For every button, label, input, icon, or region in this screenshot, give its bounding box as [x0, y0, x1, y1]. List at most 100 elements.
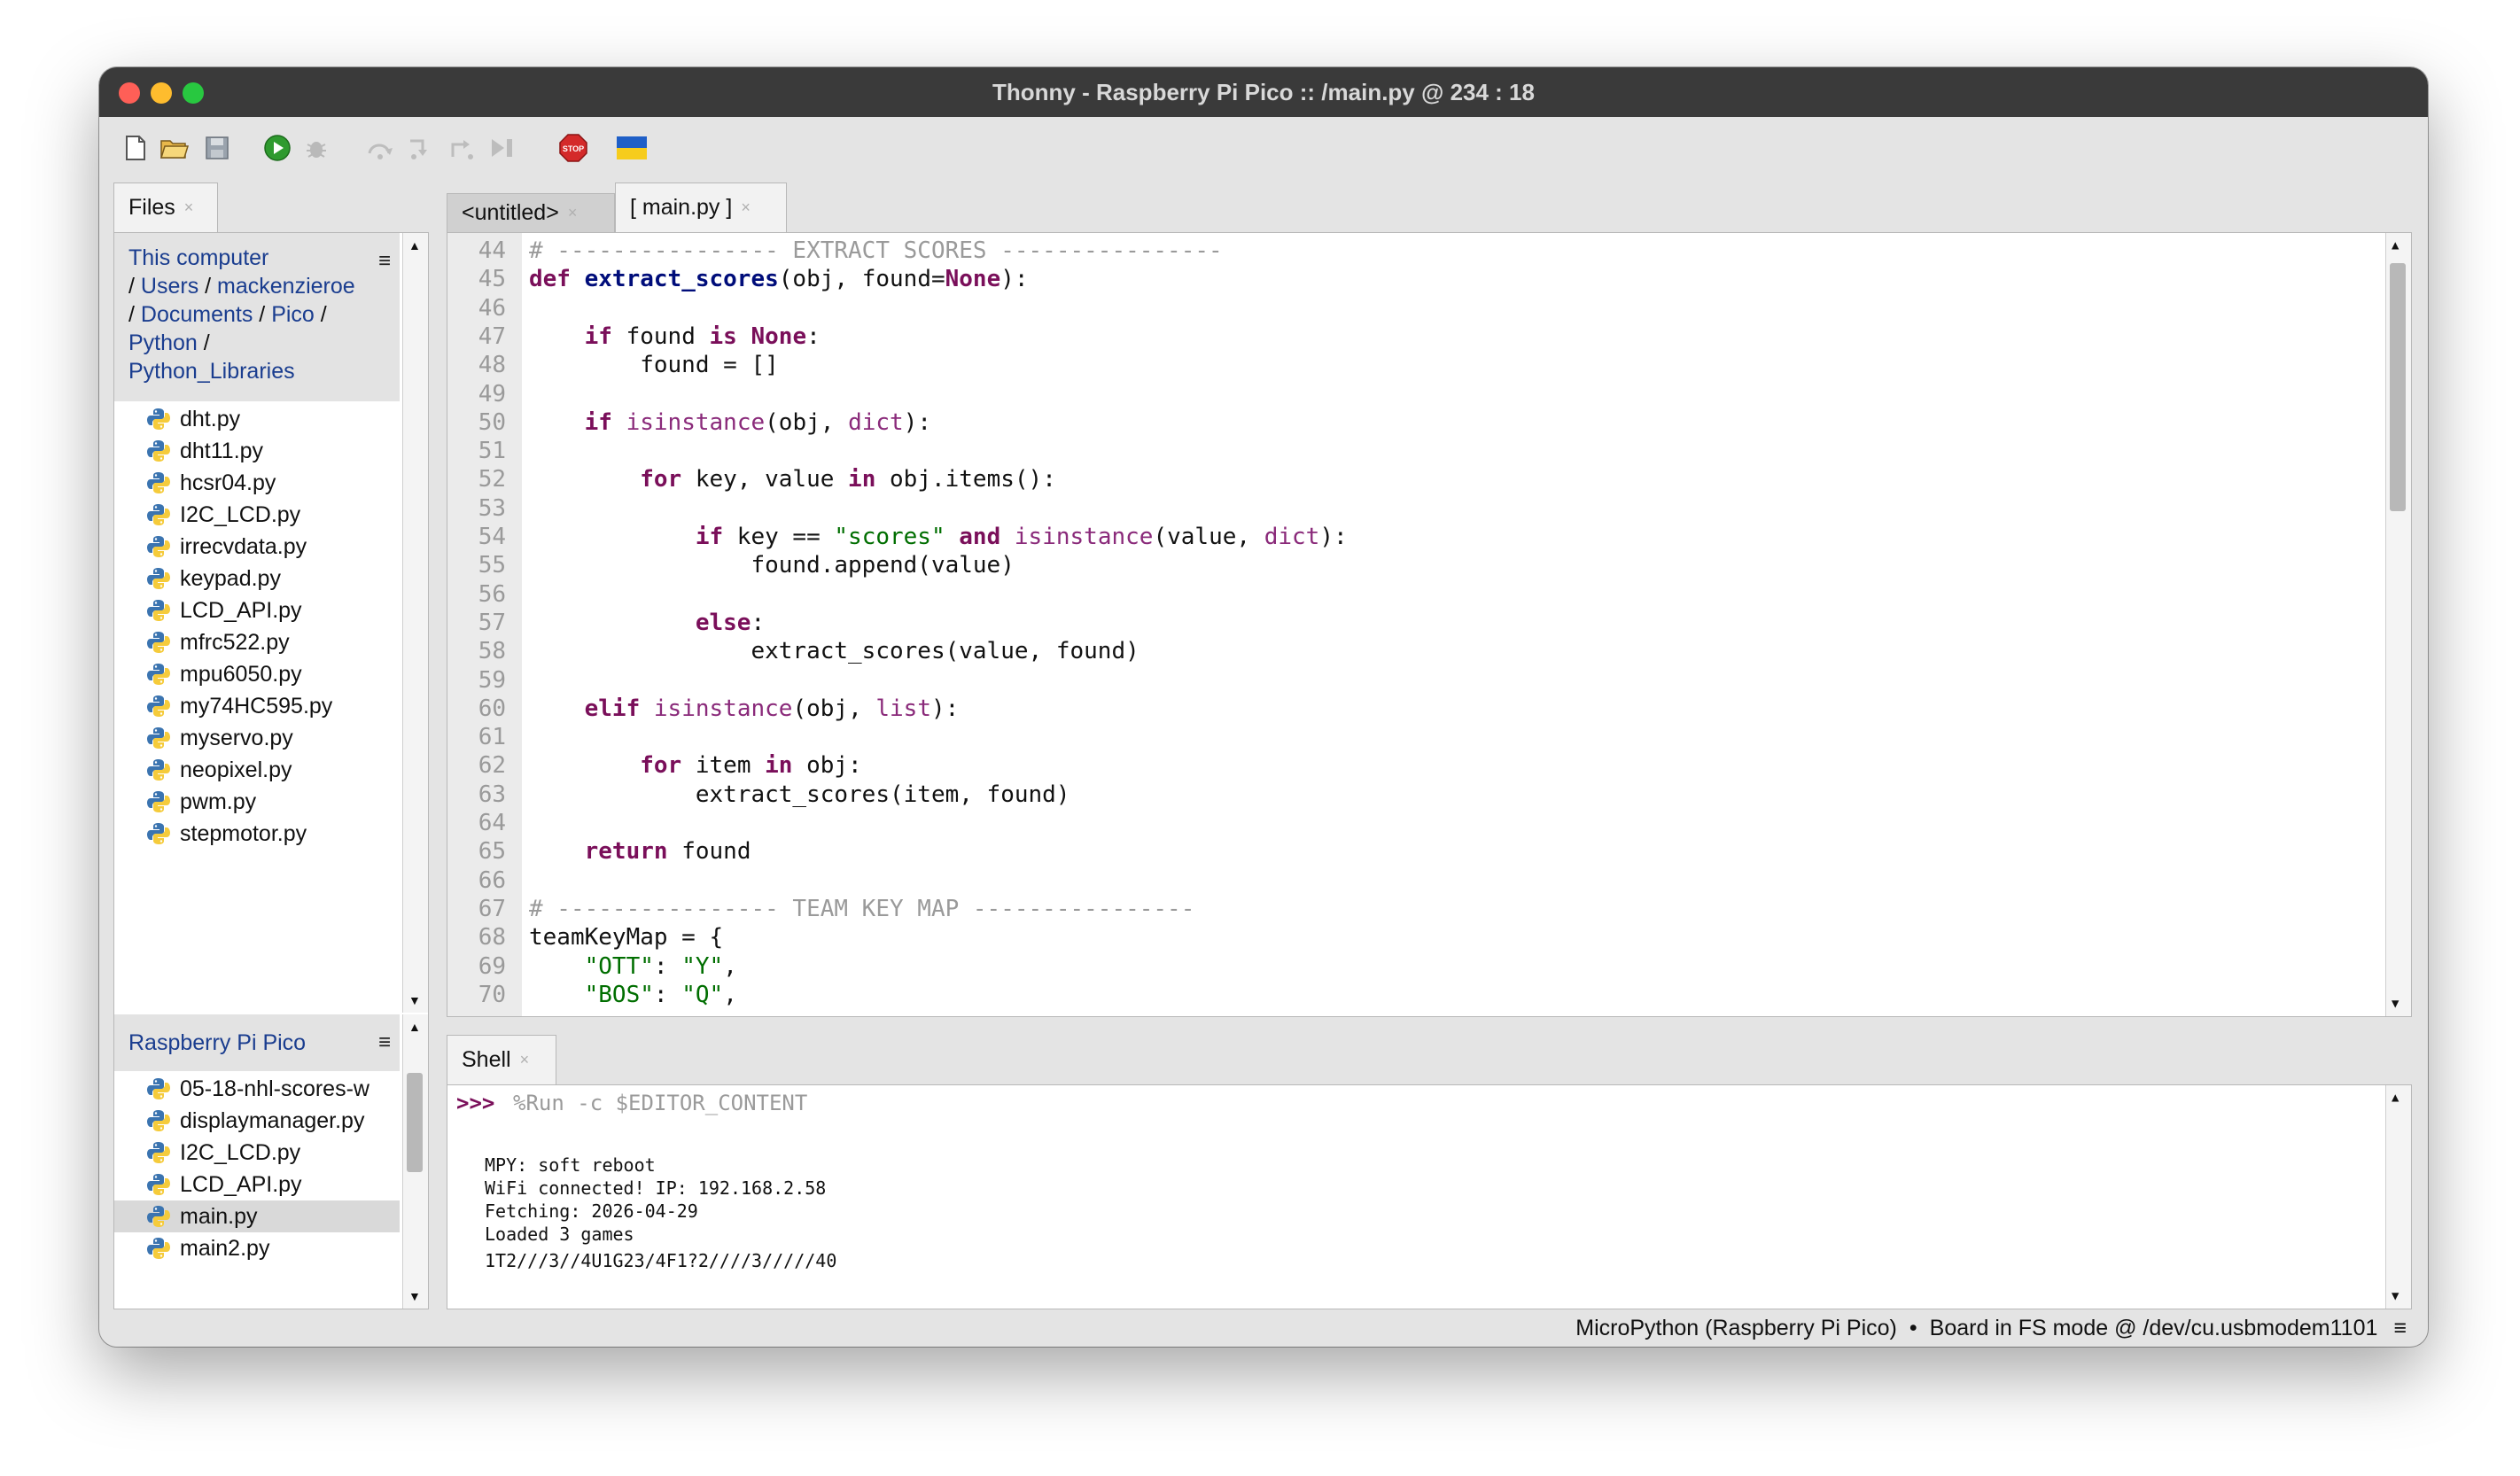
pico-header: Raspberry Pi Pico ≡	[114, 1014, 400, 1071]
stop-sign-icon: STOP	[559, 134, 587, 162]
file-name: stepmotor.py	[180, 820, 307, 846]
close-icon[interactable]: ×	[568, 204, 578, 222]
line-number: 55	[478, 552, 506, 579]
path-segment[interactable]: Users	[141, 274, 198, 299]
file-item[interactable]: dht.py	[114, 403, 400, 435]
status-separator: •	[1909, 1315, 1917, 1340]
file-item[interactable]: keypad.py	[114, 563, 400, 594]
file-item[interactable]: myservo.py	[114, 722, 400, 754]
file-item[interactable]: neopixel.py	[114, 754, 400, 786]
file-item[interactable]: dht11.py	[114, 435, 400, 467]
open-file-button[interactable]	[159, 133, 190, 163]
file-item[interactable]: irrecvdata.py	[114, 531, 400, 563]
close-window-button[interactable]	[119, 82, 140, 104]
line-number: 61	[478, 724, 506, 751]
code-text: teamKeyMap = {	[529, 924, 724, 952]
line-number: 68	[478, 924, 506, 952]
file-item[interactable]: pwm.py	[114, 786, 400, 818]
python-file-icon	[147, 472, 170, 493]
pico-scrollbar[interactable]: ▲ ▼	[402, 1014, 428, 1309]
path-segment[interactable]: Documents	[141, 302, 253, 327]
line-number: 44	[478, 237, 506, 264]
scroll-up-icon[interactable]: ▲	[2392, 1091, 2399, 1105]
close-icon[interactable]: ×	[741, 198, 751, 217]
hamburger-menu-icon[interactable]: ≡	[378, 247, 391, 276]
line-number: 45	[478, 266, 506, 293]
step-over-icon	[368, 144, 393, 159]
new-file-button[interactable]	[121, 133, 151, 163]
file-item[interactable]: I2C_LCD.py	[114, 1137, 400, 1169]
debug-button[interactable]	[301, 133, 331, 163]
status-menu-icon[interactable]: ≡	[2393, 1316, 2407, 1341]
file-item[interactable]: I2C_LCD.py	[114, 499, 400, 531]
interpreter-selector[interactable]: MicroPython (Raspberry Pi Pico)	[1575, 1316, 1897, 1341]
scroll-down-icon[interactable]: ▼	[408, 993, 421, 1007]
code-text: if found is None:	[584, 322, 821, 350]
code-text: for key, value in obj.items():	[640, 466, 1056, 493]
shell-console[interactable]: >>> %Run -c $EDITOR_CONTENT MPY: soft re…	[447, 1084, 2412, 1309]
scroll-up-icon[interactable]: ▲	[408, 238, 421, 252]
line-number: 62	[478, 752, 506, 780]
file-item[interactable]: main.py	[114, 1200, 400, 1232]
hamburger-menu-icon[interactable]: ≡	[378, 1030, 391, 1055]
file-item[interactable]: hcsr04.py	[114, 467, 400, 499]
code-text: found = []	[529, 352, 779, 379]
step-into-button[interactable]	[406, 133, 436, 163]
editor-scrollbar[interactable]: ▲ ▼	[2385, 233, 2411, 1016]
file-item[interactable]: stepmotor.py	[114, 818, 400, 850]
file-item[interactable]: 05-18-nhl-scores-w	[114, 1073, 400, 1105]
files-tab[interactable]: Files ×	[113, 183, 218, 232]
python-file-icon	[147, 1110, 170, 1131]
run-play-icon	[264, 135, 291, 161]
code-text: return found	[584, 838, 751, 866]
scroll-thumb[interactable]	[407, 1073, 423, 1172]
scroll-down-icon[interactable]: ▼	[408, 1289, 421, 1303]
python-file-icon	[147, 1078, 170, 1099]
file-item[interactable]: mpu6050.py	[114, 658, 400, 690]
file-item[interactable]: main2.py	[114, 1232, 400, 1264]
scroll-up-icon[interactable]: ▲	[408, 1020, 421, 1034]
code-editor[interactable]: 44 # ---------------- EXTRACT SCORES ----…	[447, 232, 2412, 1017]
close-icon[interactable]: ×	[184, 198, 194, 217]
tab-untitled[interactable]: <untitled> ×	[447, 193, 615, 232]
code-text: "BOS": "Q",	[584, 981, 737, 1008]
zoom-window-button[interactable]	[183, 82, 204, 104]
tab-main-py[interactable]: [ main.py ] ×	[615, 183, 787, 232]
pico-file-list: 05-18-nhl-scores-w displaymanager.py I2C_L…	[114, 1073, 400, 1305]
step-out-icon	[451, 140, 473, 159]
computer-scrollbar[interactable]: ▲ ▼	[402, 233, 428, 1013]
step-out-button[interactable]	[447, 133, 477, 163]
file-item[interactable]: my74HC595.py	[114, 690, 400, 722]
line-number: 53	[478, 494, 506, 522]
scroll-down-icon[interactable]: ▼	[2392, 1289, 2399, 1303]
path-segment[interactable]: Python_Libraries	[128, 359, 295, 384]
resume-icon	[492, 139, 512, 157]
scroll-thumb[interactable]	[2390, 263, 2406, 511]
step-over-button[interactable]	[365, 133, 395, 163]
ukraine-flag-button[interactable]	[617, 133, 647, 163]
stop-button[interactable]: STOP	[558, 133, 588, 163]
path-segment[interactable]: Pico	[271, 302, 315, 327]
code-text: extract_scores(item, found)	[529, 781, 1070, 808]
path-segment[interactable]: mackenzieroe	[217, 274, 355, 299]
python-file-icon	[147, 504, 170, 525]
minimize-window-button[interactable]	[151, 82, 172, 104]
file-item[interactable]: displaymanager.py	[114, 1105, 400, 1137]
file-name: dht.py	[180, 406, 241, 431]
shell-tab[interactable]: Shell ×	[447, 1035, 556, 1084]
scroll-down-icon[interactable]: ▼	[2392, 997, 2399, 1011]
close-icon[interactable]: ×	[520, 1051, 530, 1069]
shell-scrollbar[interactable]: ▲ ▼	[2385, 1085, 2411, 1309]
file-item[interactable]: LCD_API.py	[114, 594, 400, 626]
python-file-icon	[147, 695, 170, 717]
path-segment[interactable]: Python	[128, 330, 198, 355]
line-number: 56	[478, 580, 506, 608]
title-bar[interactable]: Thonny - Raspberry Pi Pico :: /main.py @…	[99, 67, 2428, 117]
file-item[interactable]: mfrc522.py	[114, 626, 400, 658]
resume-button[interactable]	[487, 133, 517, 163]
file-item[interactable]: LCD_API.py	[114, 1169, 400, 1200]
save-file-button[interactable]	[202, 133, 232, 163]
run-button[interactable]	[262, 133, 292, 163]
file-name: pwm.py	[180, 788, 257, 814]
scroll-up-icon[interactable]: ▲	[2392, 238, 2399, 252]
